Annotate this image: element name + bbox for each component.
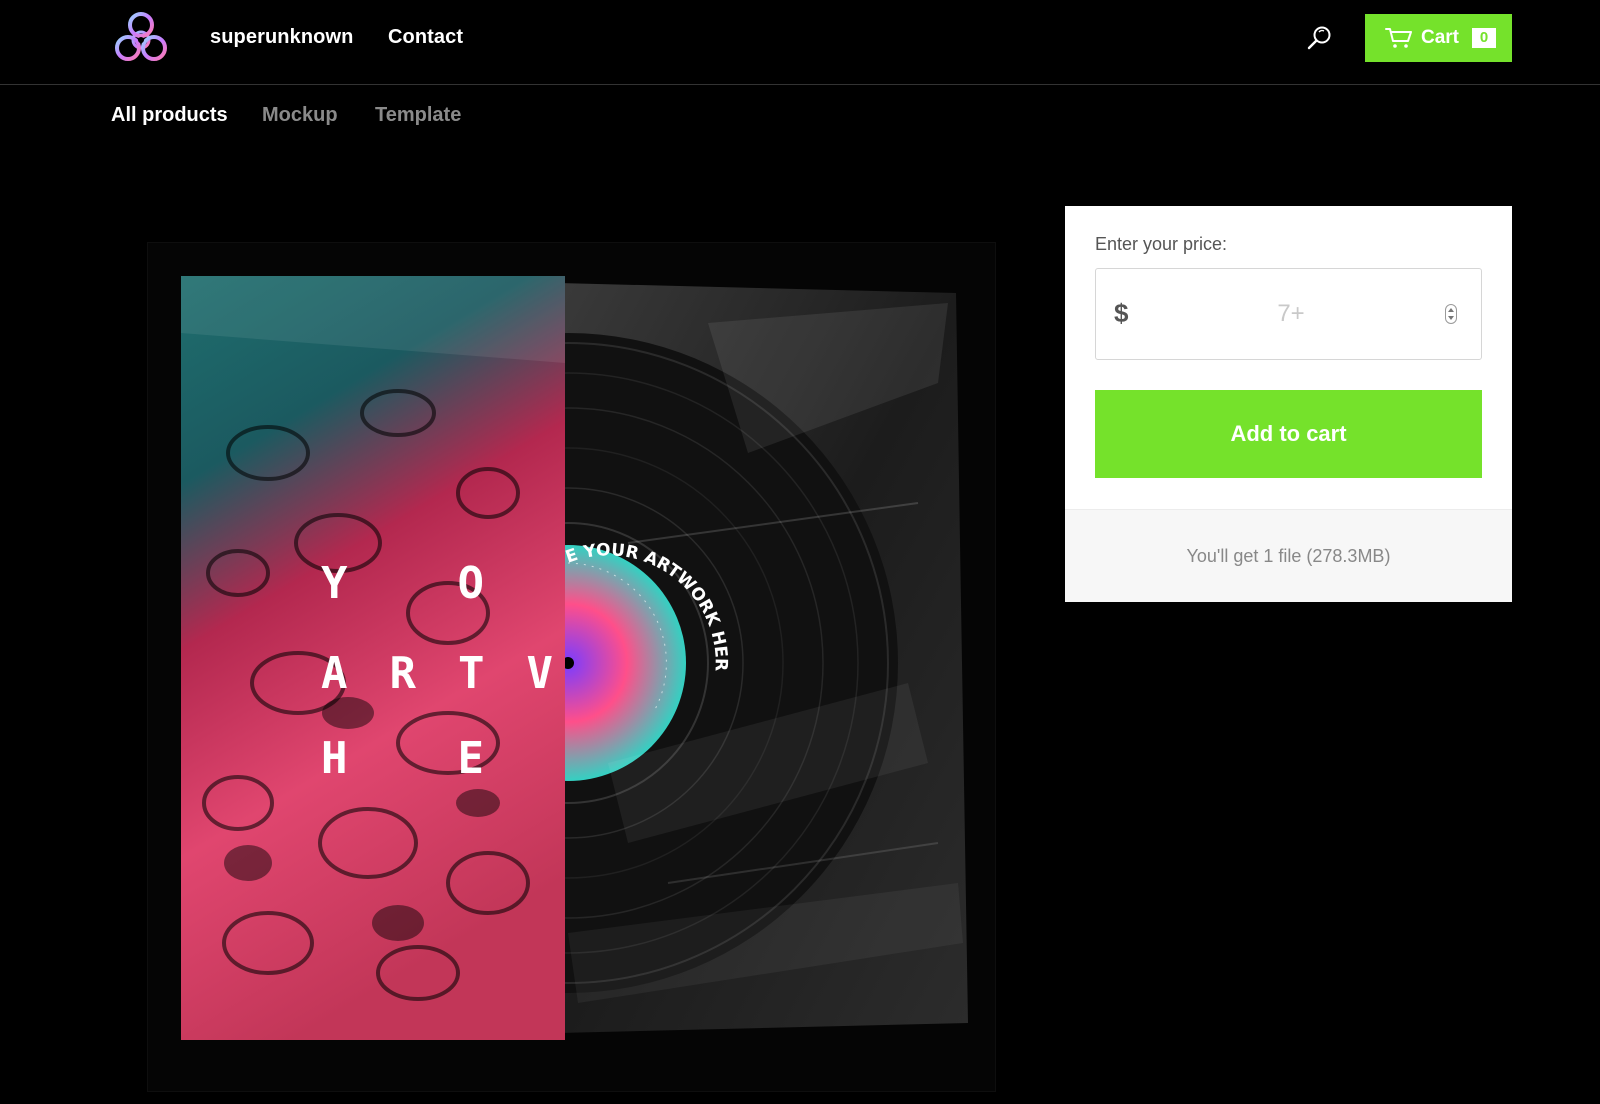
tab-template[interactable]: Template (375, 104, 461, 127)
purchase-card: Enter your price: $ Add to cart You'll g… (1065, 206, 1512, 602)
product-image-frame: YO ARTV HE E YOUR ARTWORK HER (111, 206, 1036, 1104)
add-to-cart-button[interactable]: Add to cart (1095, 390, 1482, 478)
top-navigation-bar: superunknown Contact Cart 0 (0, 0, 1600, 85)
cart-label: Cart (1421, 27, 1460, 48)
price-label: Enter your price: (1095, 234, 1228, 254)
product-image[interactable]: YO ARTV HE E YOUR ARTWORK HER (147, 242, 996, 1092)
store-name-link[interactable]: superunknown (210, 26, 353, 49)
price-stepper[interactable] (1445, 304, 1457, 324)
biohazard-logo-icon[interactable] (111, 10, 171, 66)
cover-text-line-3: HE (321, 733, 594, 784)
cart-button[interactable]: Cart 0 (1365, 14, 1512, 62)
price-input[interactable] (1146, 291, 1436, 337)
cart-count-badge: 0 (1472, 28, 1496, 48)
file-info: You'll get 1 file (278.3MB) (1065, 509, 1512, 602)
search-icon[interactable] (1306, 25, 1332, 51)
price-field: $ (1095, 268, 1482, 360)
currency-symbol: $ (1114, 298, 1129, 328)
cover-text-line-1: YO (321, 558, 594, 609)
tab-mockup[interactable]: Mockup (262, 104, 338, 127)
tab-all-products[interactable]: All products (111, 104, 228, 127)
cover-text-line-2: ARTV (321, 648, 595, 699)
contact-link[interactable]: Contact (388, 26, 463, 49)
cart-icon (1385, 27, 1413, 49)
